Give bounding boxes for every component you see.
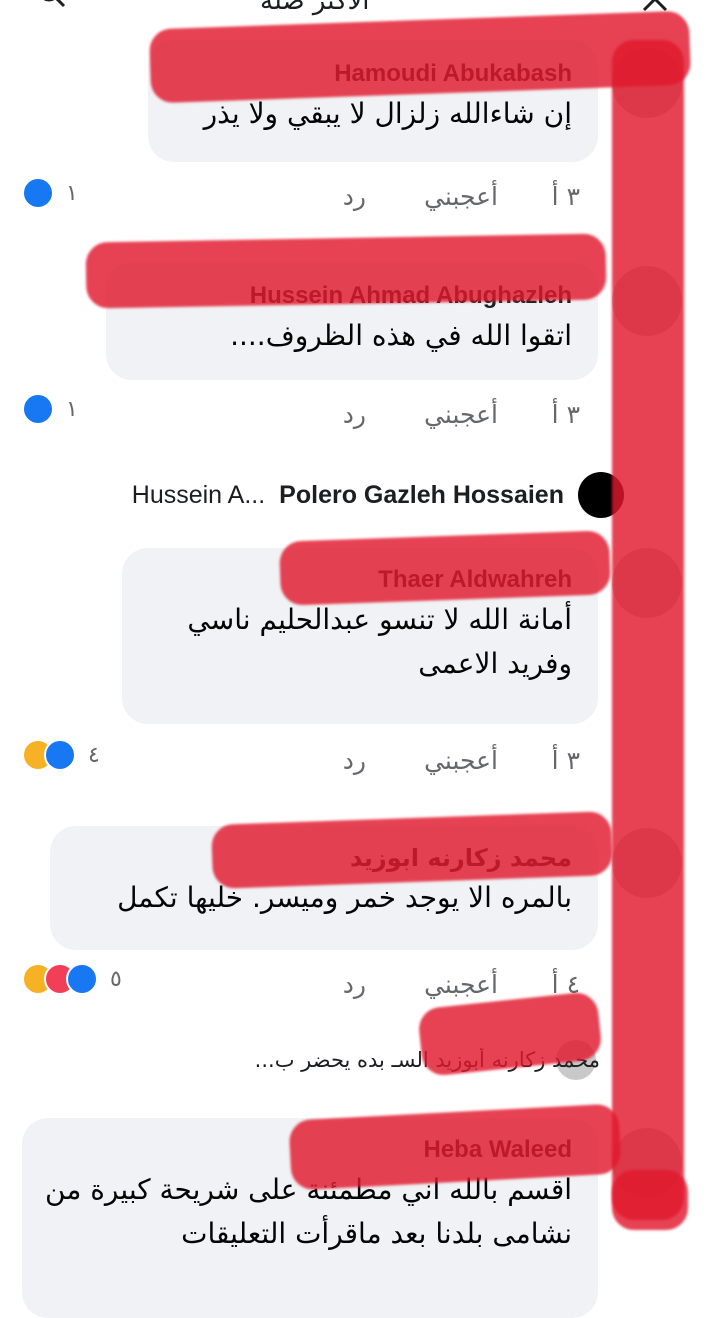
comment-text: أمانة الله لا تنسو عبدالحليم ناسي وفريد …	[187, 603, 572, 680]
avatar	[578, 472, 624, 518]
comment-bubble: محمد زكارنه ابوزيد بالمره الا يوجد خمر و…	[50, 826, 598, 950]
comment-bubble: Heba Waleed اقسم بالله اني مطمئنة على شر…	[22, 1118, 598, 1318]
comment-time: ٣ أ	[551, 400, 580, 429]
reply-summary-others: Hussein A...	[131, 480, 266, 509]
reaction-count: ١	[66, 180, 78, 206]
reaction-count: ١	[66, 396, 78, 422]
comment-time: ٣ أ	[551, 746, 580, 775]
reaction-summary[interactable]: ٤	[22, 738, 100, 772]
reply-summary-author: Polero Gazleh Hossaien	[279, 480, 564, 509]
comment-actions: ٣ أ أعجبني رد	[300, 400, 580, 434]
comment-bubble: Thaer Aldwahreh أمانة الله لا تنسو عبدال…	[122, 548, 598, 724]
avatar[interactable]	[612, 266, 682, 336]
comment-actions: ٤ أ أعجبني رد	[300, 970, 580, 1004]
avatar[interactable]	[612, 1128, 682, 1198]
close-icon[interactable]	[640, 0, 670, 14]
page-title: الأكثر صلة	[260, 0, 370, 16]
like-reaction-icon	[66, 963, 98, 995]
comment-author[interactable]: Heba Waleed	[42, 1136, 573, 1164]
comment-actions: ٣ أ أعجبني رد	[300, 182, 580, 216]
comment-bubble: Hamoudi Abukabash إن شاءالله زلزال لا يب…	[148, 40, 598, 162]
search-icon[interactable]	[36, 0, 66, 8]
comment-time: ٣ أ	[551, 182, 580, 211]
reaction-summary[interactable]: ١	[22, 176, 78, 210]
reaction-count: ٥	[110, 966, 122, 992]
reply-button[interactable]: رد	[343, 970, 366, 999]
reply-button[interactable]: رد	[343, 746, 366, 775]
comment-text: اتقوا الله في هذه الظروف....	[230, 319, 572, 352]
top-bar: الأكثر صلة	[0, 0, 709, 18]
comment-text: اقسم بالله اني مطمئنة على شريحة كبيرة من…	[45, 1173, 572, 1250]
avatar[interactable]	[612, 828, 682, 898]
comment-actions: ٣ أ أعجبني رد	[300, 746, 580, 780]
comment-text: إن شاءالله زلزال لا يبقي ولا يذر	[203, 97, 572, 130]
comment-bubble: Hussein Ahmad Abughazleh اتقوا الله في ه…	[106, 262, 598, 380]
replies-summary[interactable]: Hussein A... Polero Gazleh Hossaien	[24, 468, 624, 522]
reaction-summary[interactable]: ١	[22, 392, 78, 426]
comment-text: بالمره الا يوجد خمر وميسر. خليها تكمل	[117, 881, 572, 914]
avatar[interactable]	[612, 548, 682, 618]
reaction-count: ٤	[88, 742, 100, 768]
like-button[interactable]: أعجبني	[424, 746, 498, 775]
like-reaction-icon	[22, 177, 54, 209]
comment-author[interactable]: Thaer Aldwahreh	[142, 566, 572, 594]
avatar[interactable]	[612, 48, 682, 118]
comment-author[interactable]: Hamoudi Abukabash	[168, 60, 572, 88]
reply-button[interactable]: رد	[343, 182, 366, 211]
like-button[interactable]: أعجبني	[424, 970, 498, 999]
comment-author[interactable]: محمد زكارنه ابوزيد	[70, 844, 572, 872]
like-button[interactable]: أعجبني	[424, 182, 498, 211]
like-button[interactable]: أعجبني	[424, 400, 498, 429]
like-reaction-icon	[22, 393, 54, 425]
comment-time: ٤ أ	[551, 970, 580, 999]
replies-summary[interactable]: محمد زكارنه أبوزيد السـ بده يحضر ب...	[20, 1048, 600, 1088]
reply-button[interactable]: رد	[343, 400, 366, 429]
comment-author[interactable]: Hussein Ahmad Abughazleh	[126, 282, 572, 310]
reaction-summary[interactable]: ٥	[22, 962, 122, 996]
like-reaction-icon	[44, 739, 76, 771]
